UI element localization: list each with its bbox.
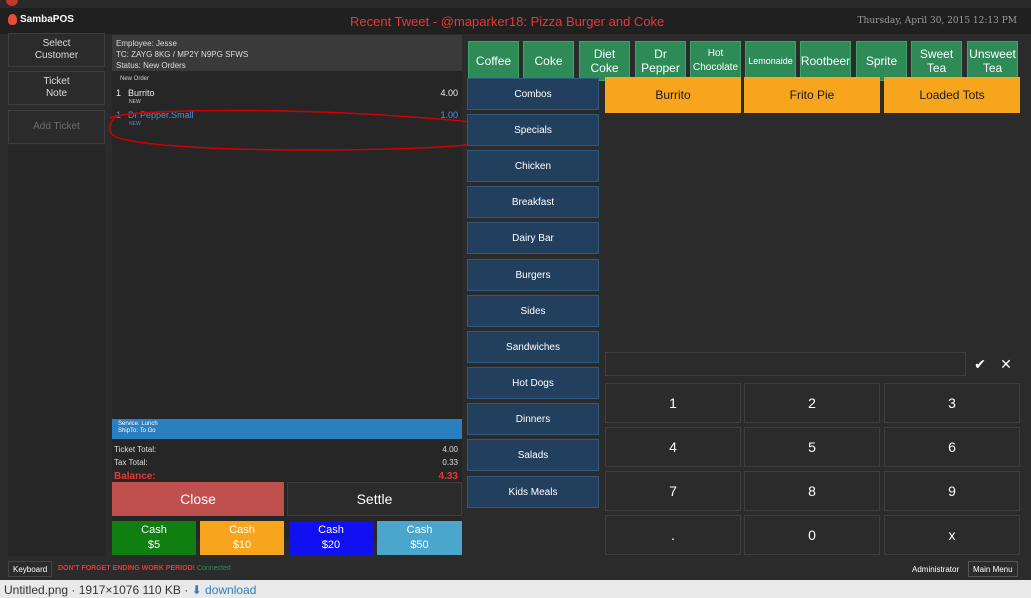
app-logo: SambaPOS [8,14,74,25]
numpad-key-7[interactable]: 7 [605,471,741,511]
ticket-total-label: Ticket Total: [114,445,157,454]
sambapos-window: SambaPOS Recent Tweet - @maparker18: Piz… [0,8,1031,580]
cash-50-button[interactable]: Cash $50 [377,521,462,555]
drink-unsweet-tea[interactable]: Unsweet Tea [967,41,1018,81]
numpad-key-5[interactable]: 5 [744,427,880,467]
balance-label: Balance: [114,471,156,482]
download-icon[interactable]: ⬇ [192,583,202,597]
ticket-tc-label: TC: ZAYG 8KG / MP2Y N9PG SFWS [116,50,249,59]
numpad-key-1[interactable]: 1 [605,383,741,423]
drink-sprite[interactable]: Sprite [856,41,907,81]
employee-label: Employee: Jesse [116,39,177,48]
tax-total-value: 0.33 [442,458,458,467]
category-sandwiches[interactable]: Sandwiches [467,331,599,363]
category-sides[interactable]: Sides [467,295,599,327]
image-caption-bar: Untitled.png · 1917×1076 110 KB · ⬇ down… [0,580,1031,598]
numpad-key-x[interactable]: x [884,515,1020,555]
current-date: Thursday, April 30, 2015 12:13 PM [857,16,1017,26]
category-specials[interactable]: Specials [467,114,599,146]
settle-button[interactable]: Settle [287,482,462,516]
ticket-note-button[interactable]: Ticket Note [8,71,105,105]
cash-10-button[interactable]: Cash $10 [200,521,284,555]
caption-info: · 1917×1076 110 KB · [71,583,189,597]
ticket-total-row: Ticket Total: 4.00 [114,445,458,454]
shipto-line: ShipTo: To Go [118,428,156,434]
category-salads[interactable]: Salads [467,439,599,471]
cash-5-button[interactable]: Cash $5 [112,521,196,555]
balance-row: Balance: 4.33 [114,471,458,482]
select-customer-button[interactable]: Select Customer [8,33,105,67]
numpad-key-6[interactable]: 6 [884,427,1020,467]
work-period-warning: DON'T FORGET ENDING WORK PERIOD! Connect… [58,565,231,572]
main-menu-button[interactable]: Main Menu [968,561,1018,577]
title-bar: SambaPOS Recent Tweet - @maparker18: Piz… [0,8,1031,34]
annotation-circle [108,109,511,151]
category-combos[interactable]: Combos [467,78,599,110]
numpad-key-4[interactable]: 4 [605,427,741,467]
left-panel-empty [8,146,105,556]
drink-diet-coke[interactable]: Diet Coke [579,41,630,81]
category-breakfast[interactable]: Breakfast [467,186,599,218]
category-kids-meals[interactable]: Kids Meals [467,476,599,508]
drink-dr-pepper[interactable]: Dr Pepper [635,41,686,81]
download-link[interactable]: download [205,583,256,597]
drink-lemonaide[interactable]: Lemonaide [745,41,796,81]
service-info-bar[interactable]: Service: Lunch ShipTo: To Go [112,419,462,439]
caption-filename: Untitled.png [4,583,69,597]
ticket-total-value: 4.00 [442,445,458,454]
balance-value: 4.33 [438,471,458,482]
window-top-strip [0,0,1031,8]
category-hot-dogs[interactable]: Hot Dogs [467,367,599,399]
menu-item-frito-pie[interactable]: Frito Pie [744,77,880,113]
category-dinners[interactable]: Dinners [467,403,599,435]
connection-status: Connected [196,565,231,572]
order-price: 4.00 [440,88,458,98]
recent-tweet-banner: Recent Tweet - @maparker18: Pizza Burger… [350,14,665,29]
ticket-header: Employee: Jesse TC: ZAYG 8KG / MP2Y N9PG… [112,35,462,71]
keyboard-button[interactable]: Keyboard [8,561,53,577]
window-corner-mark [6,0,18,6]
numpad-key-dot[interactable]: . [605,515,741,555]
service-line: Service: Lunch [118,421,158,427]
close-icon[interactable]: ✕ [994,352,1018,376]
tax-total-row: Tax Total: 0.33 [114,458,458,467]
category-dairy-bar[interactable]: Dairy Bar [467,222,599,254]
order-tag: NEW [129,99,141,105]
numpad-key-8[interactable]: 8 [744,471,880,511]
cash-20-button[interactable]: Cash $20 [289,521,373,555]
menu-item-loaded-tots[interactable]: Loaded Tots [884,77,1020,113]
warning-text: DON'T FORGET ENDING WORK PERIOD! [58,565,195,572]
tax-total-label: Tax Total: [114,458,148,467]
numpad-key-2[interactable]: 2 [744,383,880,423]
category-chicken[interactable]: Chicken [467,150,599,182]
drink-sweet-tea[interactable]: Sweet Tea [911,41,962,81]
drink-coffee[interactable]: Coffee [468,41,519,81]
numpad-key-0[interactable]: 0 [744,515,880,555]
drink-rootbeer[interactable]: Rootbeer [800,41,851,81]
drink-coke[interactable]: Coke [523,41,574,81]
new-order-label: New Order [120,76,150,82]
menu-item-burrito[interactable]: Burrito [605,77,741,113]
drink-hot-chocolate[interactable]: Hot Chocolate [690,41,741,81]
check-icon[interactable]: ✔ [968,352,992,376]
order-qty: 1 [116,88,122,98]
order-name: Burrito [128,88,155,98]
numpad-key-9[interactable]: 9 [884,471,1020,511]
number-entry-field[interactable] [605,352,966,376]
add-ticket-button[interactable]: Add Ticket [8,110,105,144]
category-burgers[interactable]: Burgers [467,259,599,291]
flame-icon [8,14,17,25]
current-user: Administrator [912,565,960,574]
app-name: SambaPOS [20,14,74,25]
ticket-status-label: Status: New Orders [116,61,186,70]
close-button[interactable]: Close [112,482,284,516]
numpad-key-3[interactable]: 3 [884,383,1020,423]
